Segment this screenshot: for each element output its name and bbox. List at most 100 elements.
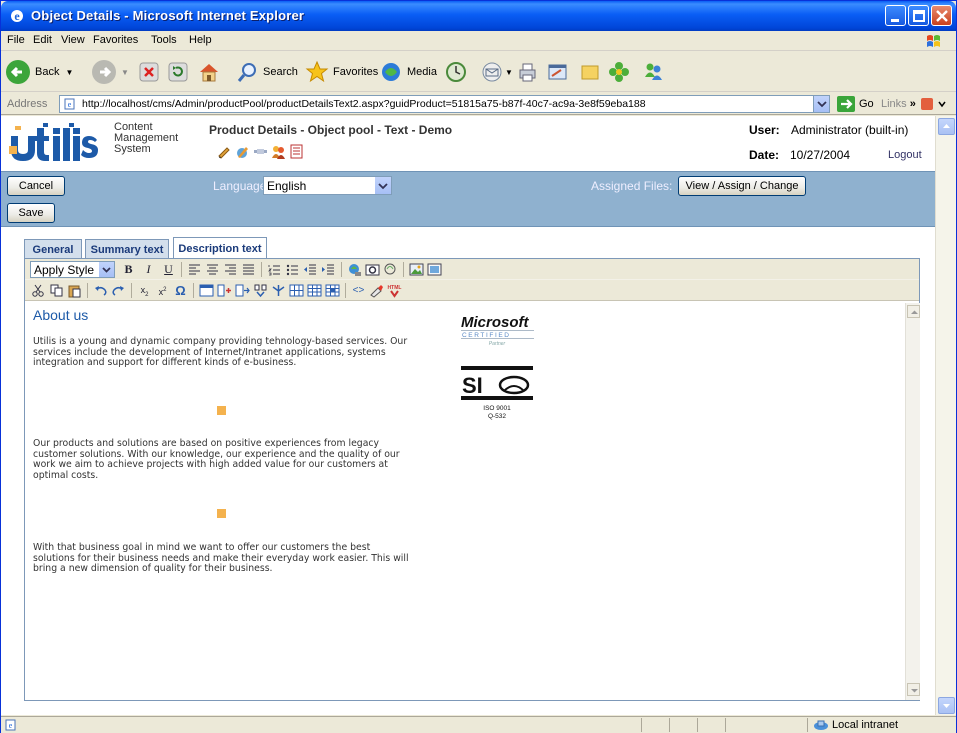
refresh-button[interactable]	[167, 58, 189, 86]
maximize-button[interactable]	[908, 5, 929, 26]
tab-description-text[interactable]: Description text	[173, 237, 267, 259]
close-button[interactable]	[931, 5, 952, 26]
insert-image-icon[interactable]	[409, 262, 424, 277]
italic-icon[interactable]: I	[141, 262, 156, 277]
svg-text:Q-532: Q-532	[488, 413, 506, 420]
menu-file[interactable]: File	[7, 34, 25, 46]
page-icon: e	[64, 98, 75, 110]
home-button[interactable]	[197, 58, 221, 86]
remove-link-icon[interactable]	[383, 262, 398, 277]
back-dropdown-icon[interactable]: ▼	[65, 68, 73, 77]
print-button[interactable]	[516, 58, 538, 86]
menu-help[interactable]: Help	[189, 34, 212, 46]
minimize-button[interactable]	[885, 5, 906, 26]
split-cells-icon[interactable]	[271, 283, 286, 298]
superscript-icon[interactable]: x2	[155, 283, 170, 298]
messenger-button[interactable]	[607, 58, 631, 86]
edit-button[interactable]	[546, 58, 568, 86]
tab-summary-text[interactable]: Summary text	[85, 239, 169, 259]
links-button[interactable]: Links »	[881, 98, 916, 110]
users-icon[interactable]	[271, 144, 286, 159]
apply-style-dropdown[interactable]: Apply Style	[30, 261, 115, 278]
hyperlink-icon[interactable]	[347, 262, 362, 277]
discuss-button[interactable]	[579, 58, 601, 86]
align-justify-icon[interactable]	[241, 262, 256, 277]
forward-dropdown-icon[interactable]: ▼	[121, 68, 129, 77]
merge-cells-icon[interactable]	[253, 283, 268, 298]
outdent-icon[interactable]	[303, 262, 318, 277]
page-scroll-up-button[interactable]	[938, 118, 955, 135]
go-arrow-icon	[837, 96, 855, 112]
bold-icon[interactable]: B	[121, 262, 136, 277]
insert-row-icon[interactable]	[235, 283, 250, 298]
style-dropdown-button[interactable]	[99, 262, 114, 277]
link-icon[interactable]	[253, 144, 268, 159]
menu-edit[interactable]: Edit	[33, 34, 52, 46]
table-grid-icon[interactable]	[289, 283, 304, 298]
subscript-icon[interactable]: x2	[137, 283, 152, 298]
decorative-bullet	[217, 509, 226, 518]
cut-icon[interactable]	[31, 283, 46, 298]
html-source-icon[interactable]: <>	[351, 283, 366, 298]
mail-button[interactable]: ▼	[481, 58, 513, 86]
go-button[interactable]: Go	[837, 96, 874, 112]
redo-icon[interactable]	[111, 283, 126, 298]
cell-properties-icon[interactable]	[325, 283, 340, 298]
align-right-icon[interactable]	[223, 262, 238, 277]
list-icon[interactable]	[289, 144, 304, 159]
html-mode-icon[interactable]: HTML	[387, 283, 402, 298]
table-properties-icon[interactable]	[307, 283, 322, 298]
tab-general[interactable]: General	[24, 239, 82, 259]
paste-icon[interactable]	[67, 283, 82, 298]
stop-button[interactable]	[138, 58, 160, 86]
mail-dropdown-icon[interactable]: ▼	[505, 68, 513, 77]
favorites-button[interactable]: Favorites	[305, 58, 378, 86]
menu-view[interactable]: View	[61, 34, 85, 46]
page-scrollbar[interactable]	[935, 116, 956, 715]
language-dropdown-button[interactable]	[375, 177, 391, 194]
toolbar-separator	[341, 262, 342, 277]
media-button[interactable]: Media	[379, 58, 437, 86]
security-zone[interactable]: Local intranet	[813, 719, 898, 731]
copy-icon[interactable]	[49, 283, 64, 298]
history-button[interactable]	[445, 58, 467, 86]
address-input[interactable]: e http://localhost/cms/Admin/productPool…	[59, 95, 830, 113]
logout-link[interactable]: Logout	[888, 149, 922, 161]
image-properties-icon[interactable]	[427, 262, 442, 277]
menu-tools[interactable]: Tools	[151, 34, 177, 46]
msn-button[interactable]	[641, 58, 665, 86]
special-character-icon[interactable]: Ω	[173, 283, 188, 298]
align-left-icon[interactable]	[187, 262, 202, 277]
language-select[interactable]: English	[263, 176, 392, 195]
underline-icon[interactable]: U	[161, 262, 176, 277]
anchor-icon[interactable]	[365, 262, 380, 277]
address-dropdown-button[interactable]	[813, 96, 829, 112]
toolbar-extension-icon[interactable]	[919, 96, 949, 112]
save-button[interactable]: Save	[7, 203, 55, 223]
search-button[interactable]: Search	[237, 58, 298, 86]
back-button[interactable]: Back ▼	[5, 58, 73, 86]
page-scroll-down-button[interactable]	[938, 697, 955, 714]
editor-scroll-down-button[interactable]	[907, 683, 920, 696]
align-center-icon[interactable]	[205, 262, 220, 277]
insert-column-icon[interactable]	[217, 283, 232, 298]
forward-button[interactable]: ▼	[91, 58, 129, 86]
indent-icon[interactable]	[321, 262, 336, 277]
cancel-button[interactable]: Cancel	[7, 176, 65, 196]
editor-scroll-up-button[interactable]	[907, 305, 920, 318]
svg-text:e: e	[14, 9, 20, 23]
editor-scrollbar[interactable]	[905, 303, 920, 700]
edit-object-icon[interactable]	[235, 144, 250, 159]
title-bar[interactable]: e Object Details - Microsoft Internet Ex…	[1, 1, 956, 31]
bullet-list-icon[interactable]	[285, 262, 300, 277]
view-assign-change-button[interactable]: View / Assign / Change	[678, 176, 806, 196]
action-panel: Cancel Save Language: English Assigned F…	[1, 171, 935, 227]
insert-table-icon[interactable]	[199, 283, 214, 298]
numbered-list-icon[interactable]	[267, 262, 282, 277]
undo-icon[interactable]	[93, 283, 108, 298]
editor-document[interactable]: About us Utilis is a young and dynamic c…	[27, 303, 904, 700]
clean-format-icon[interactable]	[369, 283, 384, 298]
menu-favorites[interactable]: Favorites	[93, 34, 138, 46]
pencil-icon[interactable]	[217, 144, 232, 159]
status-divider	[807, 718, 808, 732]
